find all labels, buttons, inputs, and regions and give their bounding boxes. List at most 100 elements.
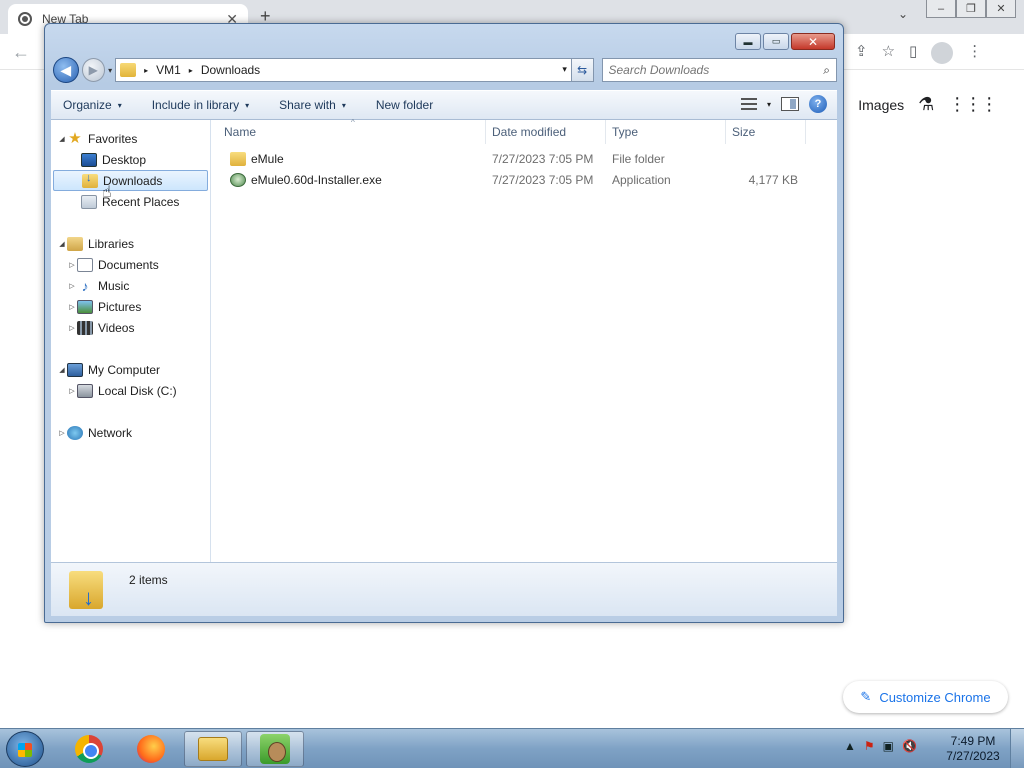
tree-label: Downloads (103, 173, 163, 188)
command-bar: Organize ▾ Include in library ▾ Share wi… (51, 90, 837, 120)
profile-avatar[interactable] (931, 42, 954, 64)
file-date: 7/27/2023 7:05 PM (492, 151, 594, 166)
chrome-menu-icon[interactable]: ⋮ (967, 42, 982, 64)
expanded-arrow-icon[interactable]: ◢ (57, 135, 67, 143)
chevron-down-icon: ▾ (245, 100, 250, 110)
collapsed-arrow-icon[interactable]: ▷ (57, 429, 67, 437)
ntp-header-links: il Images ⚗ ⋮⋮⋮ (838, 94, 998, 115)
tree-label: Music (98, 278, 130, 293)
refresh-button[interactable]: ⇆ (571, 58, 594, 82)
new-folder-button[interactable]: New folder (376, 98, 433, 112)
file-row-emule-folder[interactable]: eMule 7/27/2023 7:05 PM File folder (212, 148, 837, 169)
expanded-arrow-icon[interactable]: ◢ (57, 240, 67, 248)
videos-icon (77, 320, 93, 335)
explorer-window: ▬ ▭ ✕ ◀ ▶ ▾ ▸ VM1 ▸ Downloads ▾ ⇆ ⌕ Orga… (44, 23, 844, 623)
collapsed-arrow-icon[interactable]: ▷ (67, 282, 77, 290)
address-bar[interactable]: ▸ VM1 ▸ Downloads ▾ (115, 58, 572, 82)
start-button[interactable] (6, 731, 44, 767)
share-with-button[interactable]: Share with ▾ (279, 98, 346, 112)
column-header-size[interactable]: Size (726, 119, 806, 144)
forward-button[interactable]: ▶ (81, 58, 106, 82)
share-with-label: Share with (279, 98, 336, 112)
breadcrumb-separator-icon[interactable]: ▸ (144, 66, 148, 75)
search-icon[interactable]: ⌕ (823, 63, 830, 78)
collapsed-arrow-icon[interactable]: ▷ (67, 303, 77, 311)
breadcrumb-downloads[interactable]: Downloads (201, 63, 260, 77)
explorer-minimize-button[interactable]: ▬ (735, 33, 761, 50)
taskbar-explorer[interactable] (184, 731, 242, 767)
side-panel-icon[interactable]: ▯ (909, 42, 917, 64)
chrome-toolbar-icons: ⇪ ☆ ▯ ⋮ (855, 42, 982, 64)
downloads-folder-icon (82, 172, 98, 188)
change-view-icon[interactable] (740, 98, 757, 110)
share-icon[interactable]: ⇪ (855, 42, 868, 64)
recent-pages-dropdown[interactable]: ▾ (108, 66, 112, 75)
collapsed-arrow-icon[interactable]: ▷ (67, 261, 77, 269)
tab-search-button[interactable]: ⌄ (898, 7, 908, 21)
google-apps-icon[interactable]: ⋮⋮⋮ (948, 94, 998, 115)
taskbar-chrome[interactable] (60, 731, 118, 767)
file-type: Application (612, 172, 671, 187)
address-dropdown-icon[interactable]: ▾ (562, 64, 567, 75)
tree-item-music[interactable]: ▷ ♪ Music (51, 275, 210, 296)
column-header-name[interactable]: Name (212, 119, 486, 144)
tree-item-downloads[interactable]: Downloads (53, 170, 208, 191)
organize-label: Organize (63, 98, 112, 112)
volume-muted-icon[interactable]: 🔇 (902, 739, 917, 753)
downloads-folder-large-icon (69, 570, 103, 611)
expanded-arrow-icon[interactable]: ◢ (57, 366, 67, 374)
action-center-flag-icon[interactable]: ⚑ (864, 739, 875, 753)
chrome-restore-button[interactable]: ❐ (956, 0, 986, 18)
images-link[interactable]: Images (858, 97, 904, 113)
tree-item-recent-places[interactable]: Recent Places (51, 191, 210, 212)
labs-icon[interactable]: ⚗ (918, 94, 934, 115)
customize-chrome-button[interactable]: ✎ Customize Chrome (843, 681, 1008, 713)
breadcrumb-vm1[interactable]: VM1 (156, 63, 181, 77)
computer-icon (67, 362, 83, 377)
clock-time: 7:49 PM (950, 734, 996, 748)
tree-item-libraries[interactable]: ◢ Libraries (51, 233, 210, 254)
taskbar-emule[interactable] (246, 731, 304, 767)
breadcrumb: ▸ VM1 ▸ Downloads (136, 63, 260, 77)
tree-item-favorites[interactable]: ◢ ★ Favorites (51, 128, 210, 149)
explorer-maximize-button[interactable]: ▭ (763, 33, 789, 50)
chrome-back-button[interactable]: ← (12, 42, 30, 63)
tree-item-network[interactable]: ▷ Network (51, 422, 210, 443)
star-icon: ★ (68, 129, 82, 147)
include-in-library-button[interactable]: Include in library ▾ (152, 98, 249, 112)
documents-icon (77, 257, 93, 272)
tree-item-videos[interactable]: ▷ Videos (51, 317, 210, 338)
hard-disk-icon (77, 383, 93, 398)
chrome-icon (75, 735, 103, 763)
recent-places-icon (81, 194, 97, 209)
taskbar-firefox[interactable] (122, 731, 180, 767)
item-count: 2 items (129, 573, 168, 587)
show-hidden-icons-button[interactable]: ▲ (844, 739, 856, 753)
tree-item-pictures[interactable]: ▷ Pictures (51, 296, 210, 317)
network-status-icon[interactable]: ▣ (883, 739, 894, 753)
collapsed-arrow-icon[interactable]: ▷ (67, 324, 77, 332)
file-size: 4,177 KB (748, 172, 798, 187)
tree-label: My Computer (88, 362, 161, 377)
preview-pane-icon[interactable] (781, 97, 799, 111)
bookmark-star-icon[interactable]: ☆ (882, 42, 895, 64)
file-row-emule-installer[interactable]: eMule0.60d-Installer.exe 7/27/2023 7:05 … (212, 169, 837, 190)
collapsed-arrow-icon[interactable]: ▷ (67, 387, 77, 395)
search-input[interactable] (608, 63, 824, 77)
organize-button[interactable]: Organize ▾ (63, 98, 122, 112)
show-desktop-button[interactable] (1010, 729, 1024, 768)
chrome-close-button[interactable]: ✕ (986, 0, 1016, 18)
tree-item-documents[interactable]: ▷ Documents (51, 254, 210, 275)
column-header-date-modified[interactable]: Date modified (486, 119, 606, 144)
explorer-close-button[interactable]: ✕ (791, 33, 835, 50)
back-button[interactable]: ◀ (53, 57, 79, 83)
tree-item-my-computer[interactable]: ◢ My Computer (51, 359, 210, 380)
tree-item-desktop[interactable]: Desktop (51, 149, 210, 170)
help-icon[interactable]: ? (809, 95, 827, 113)
column-header-type[interactable]: Type (606, 119, 726, 144)
tree-item-local-disk[interactable]: ▷ Local Disk (C:) (51, 380, 210, 401)
chrome-minimize-button[interactable]: – (926, 0, 956, 18)
breadcrumb-separator-icon[interactable]: ▸ (189, 66, 193, 75)
system-clock[interactable]: 7:49 PM 7/27/2023 (944, 734, 1002, 764)
view-options-chevron-icon[interactable]: ▾ (767, 100, 771, 109)
